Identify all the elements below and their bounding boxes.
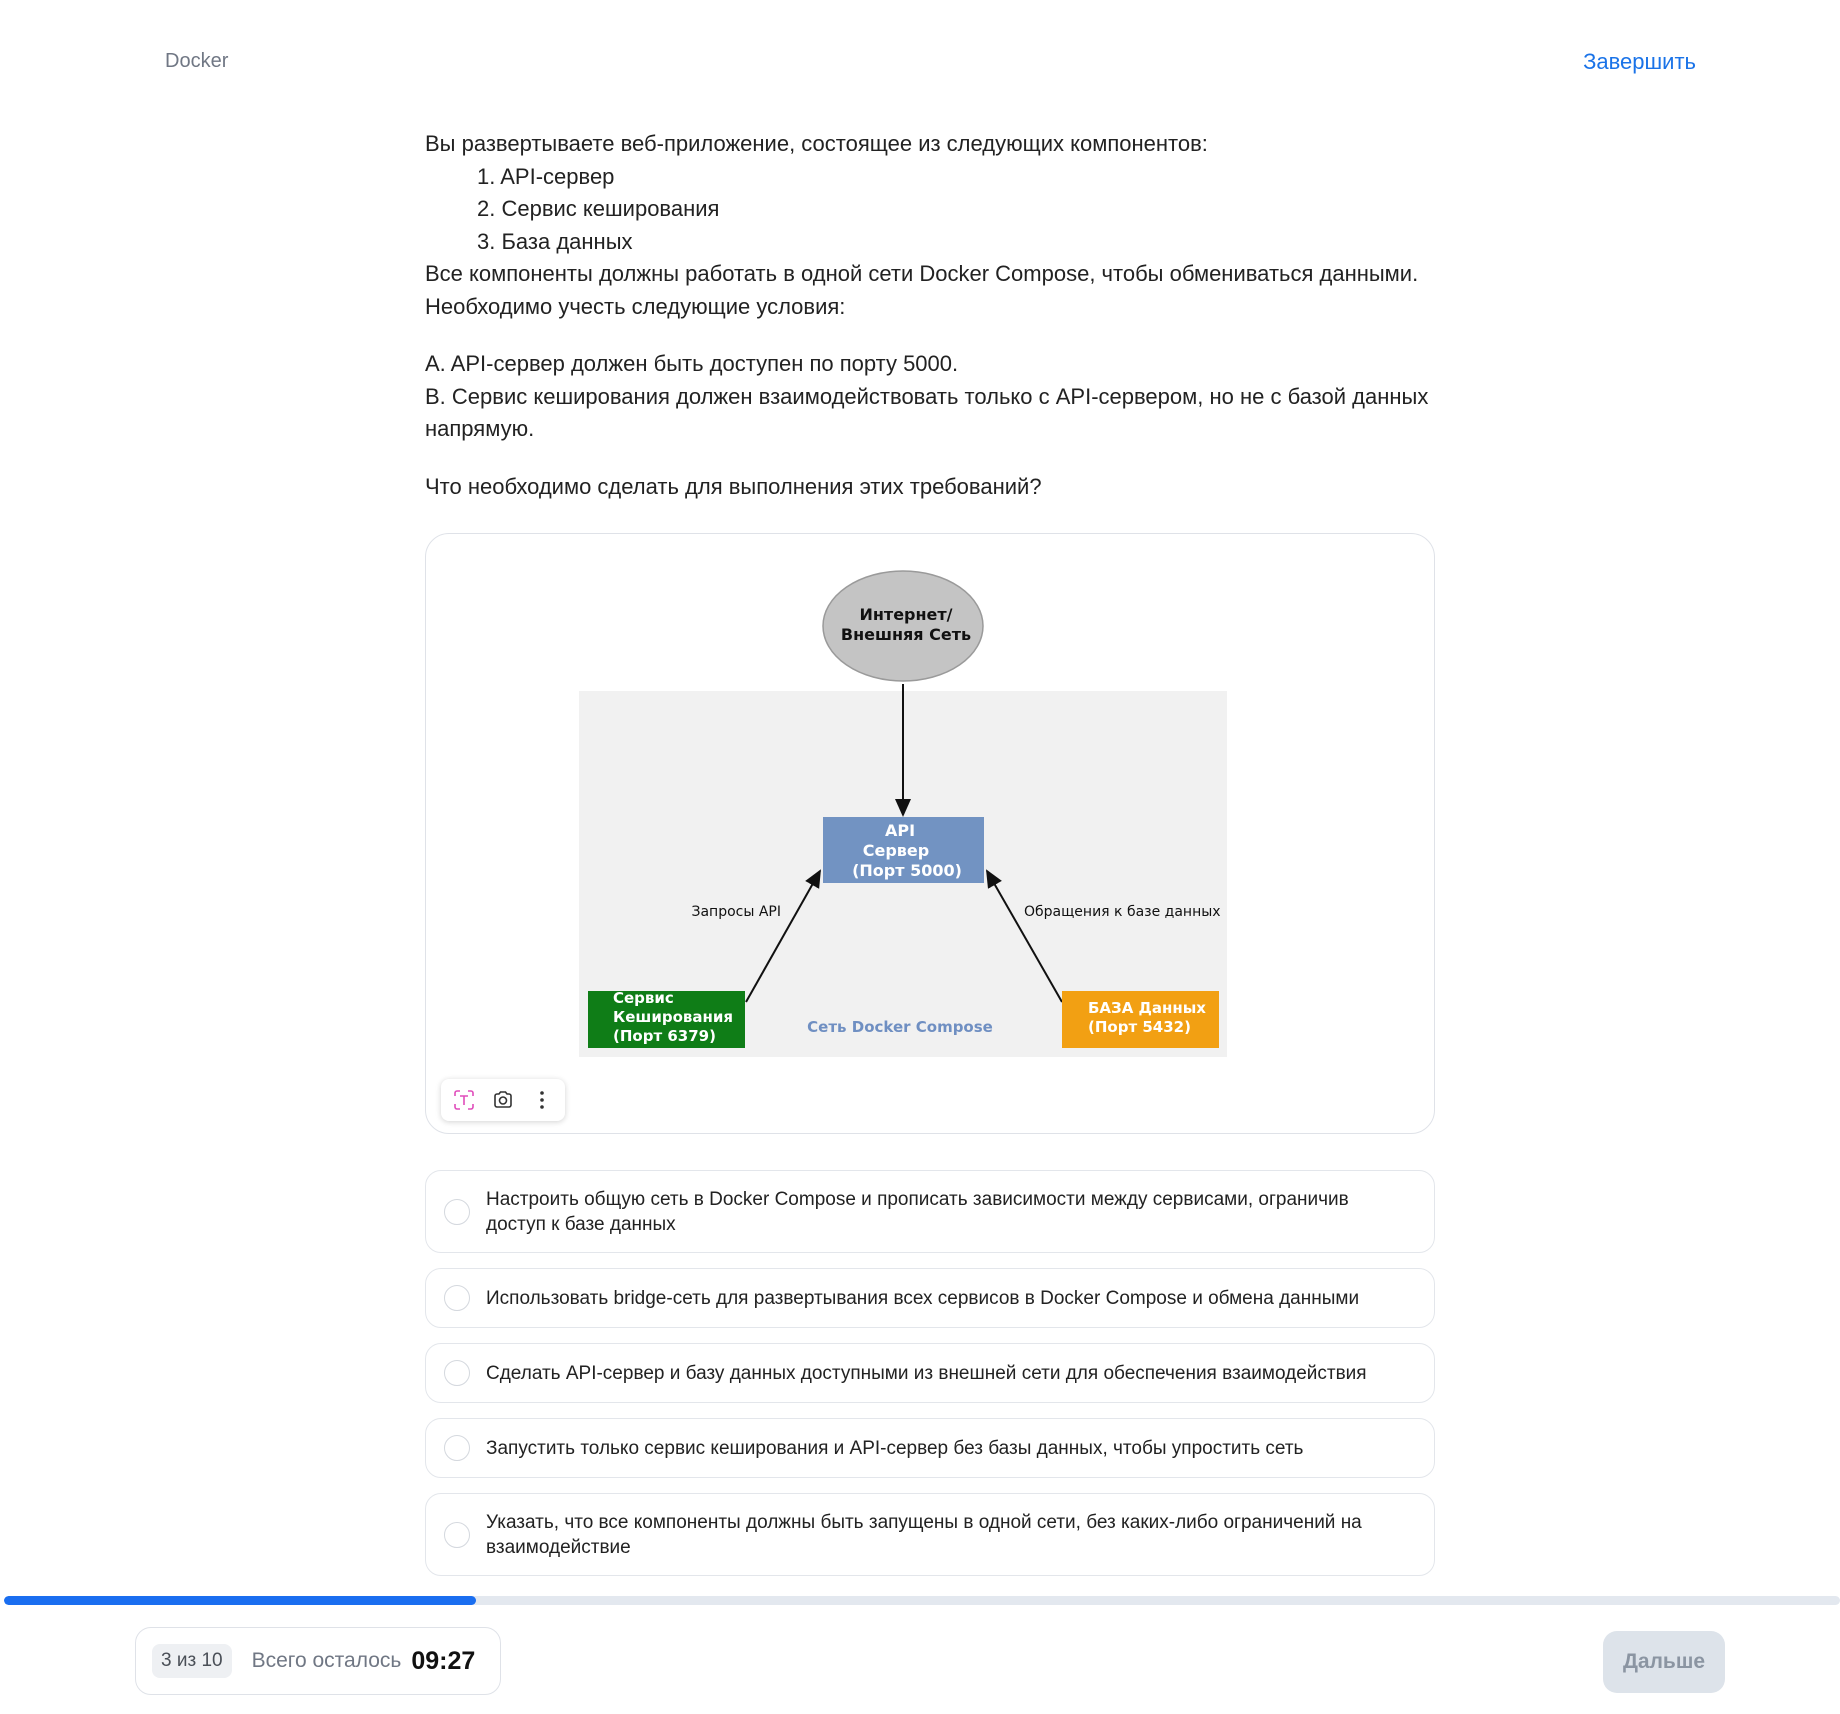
component-list: 1. API-сервер 2. Сервис кеширования 3. Б… [425, 161, 1435, 259]
network-label: Сеть Docker Compose [807, 1018, 993, 1036]
network-note: Все компоненты должны работать в одной с… [425, 261, 1419, 286]
component-item: 1. API-сервер [477, 163, 615, 189]
radio-button[interactable] [444, 1435, 470, 1461]
component-item: 2. Сервис кеширования [477, 196, 720, 221]
radio-button[interactable] [444, 1360, 470, 1386]
condition-a: A. API-сервер должен быть доступен по по… [425, 351, 959, 376]
question-intro: Вы развертываете веб-приложение, состоящ… [425, 131, 1208, 156]
cache-label-3: (Порт 6379) [613, 1027, 716, 1045]
radio-button[interactable] [444, 1521, 470, 1548]
db-label-1: БАЗА Данных [1088, 999, 1206, 1017]
quiz-page: Docker Завершить Вы развертываете веб-пр… [0, 0, 1840, 1714]
internet-label-2: Внешняя Сеть [841, 625, 971, 644]
answer-option[interactable]: Сделать API-сервер и базу данных доступн… [425, 1343, 1435, 1403]
answer-options: Настроить общую сеть в Docker Compose и … [425, 1170, 1435, 1576]
finish-link[interactable]: Завершить [1583, 49, 1696, 75]
api-label-1: API [885, 821, 915, 840]
db-label-2: (Порт 5432) [1088, 1018, 1191, 1036]
question-prompt: Что необходимо сделать для выполнения эт… [425, 473, 1042, 499]
progress-fill [4, 1596, 476, 1605]
time-remaining-label: Всего осталось [251, 1649, 402, 1672]
text-recognition-icon[interactable] [447, 1083, 481, 1117]
api-label-3: (Порт 5000) [852, 861, 962, 880]
api-requests-label: Запросы API [691, 904, 781, 920]
question-counter: 3 из 10 [152, 1644, 232, 1678]
answer-text: Указать, что все компоненты должны быть … [486, 1511, 1362, 1558]
timer: 09:27 [411, 1646, 476, 1675]
cache-label-2: Кеширования [613, 1008, 733, 1026]
answer-option[interactable]: Запустить только сервис кеширования и AP… [425, 1418, 1435, 1478]
component-item: 3. База данных [477, 228, 633, 254]
more-vertical-icon[interactable] [525, 1083, 559, 1117]
internet-label-1: Интернет/ [859, 605, 952, 624]
db-calls-label: Обращения к базе данных [1024, 904, 1221, 920]
diagram-card: Интернет/ Внешняя Сеть API Сервер (Порт … [425, 533, 1435, 1134]
next-button[interactable]: Дальше [1603, 1631, 1725, 1693]
radio-button[interactable] [444, 1285, 470, 1311]
answer-option[interactable]: Использовать bridge-сеть для развертыван… [425, 1268, 1435, 1328]
network-diagram: Интернет/ Внешняя Сеть API Сервер (Порт … [579, 570, 1227, 1057]
answer-text: Настроить общую сеть в Docker Compose и … [486, 1188, 1349, 1235]
answer-text: Использовать bridge-сеть для развертыван… [486, 1287, 1360, 1309]
answer-text: Сделать API-сервер и базу данных доступн… [486, 1362, 1367, 1384]
conditions-intro: Необходимо учесть следующие условия: [425, 293, 846, 319]
image-toolbar [441, 1079, 565, 1121]
api-label-2: Сервер [863, 841, 929, 860]
quiz-status: 3 из 10 Всего осталось 09:27 [135, 1627, 501, 1695]
camera-icon[interactable] [486, 1083, 520, 1117]
answer-option[interactable]: Указать, что все компоненты должны быть … [425, 1493, 1435, 1576]
condition-b: B. Сервис кеширования должен взаимодейст… [425, 383, 1429, 442]
question-text: Вы развертываете веб-приложение, состоящ… [425, 128, 1435, 503]
answer-option[interactable]: Настроить общую сеть в Docker Compose и … [425, 1170, 1435, 1253]
progress-bar [4, 1596, 1840, 1605]
course-title: Docker [165, 50, 229, 72]
cache-label-1: Сервис [613, 989, 674, 1007]
answer-text: Запустить только сервис кеширования и AP… [486, 1437, 1304, 1459]
radio-button[interactable] [444, 1198, 470, 1225]
